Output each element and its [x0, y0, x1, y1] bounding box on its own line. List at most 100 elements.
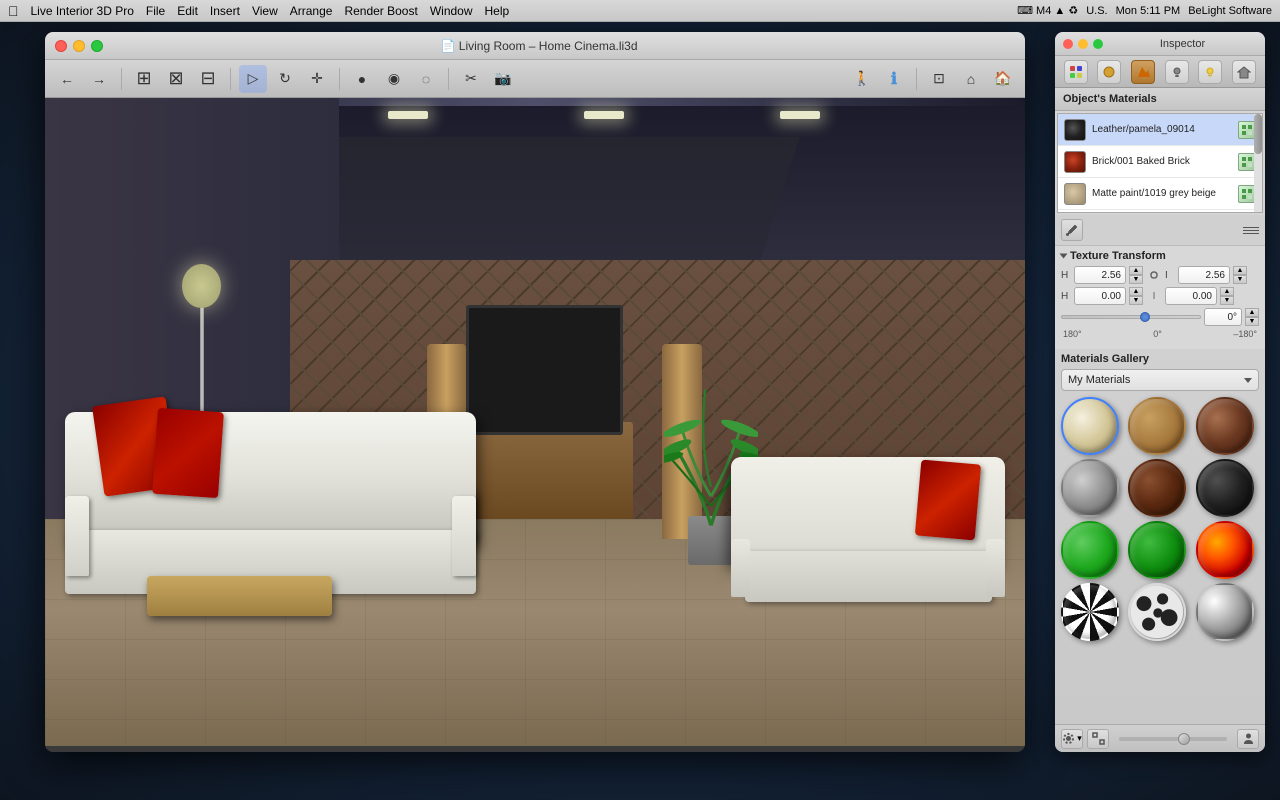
menu-app[interactable]: Live Interior 3D Pro — [31, 4, 134, 18]
offset-y-up[interactable]: ▲ — [1220, 287, 1234, 296]
gear-button[interactable]: ▾ — [1061, 729, 1083, 749]
scale-x-stepper[interactable]: ▲ ▼ — [1129, 266, 1143, 284]
scale-y-down[interactable]: ▼ — [1233, 275, 1247, 284]
material-ball-green2[interactable] — [1128, 521, 1186, 579]
rotate-tool[interactable]: ↻ — [271, 65, 299, 93]
window-minimize-button[interactable] — [73, 40, 85, 52]
material-ball-wood[interactable] — [1128, 397, 1186, 455]
offset-x-input[interactable]: 0.00 — [1074, 287, 1126, 305]
eyedropper-tool[interactable] — [1061, 219, 1083, 241]
apple-menu[interactable]:  — [8, 3, 19, 19]
viewport[interactable] — [45, 98, 1025, 746]
scale-y-input[interactable]: 2.56 — [1178, 266, 1230, 284]
inspector-close[interactable] — [1063, 39, 1073, 49]
toolbar-separator-1 — [121, 68, 122, 90]
tools-menu-button[interactable] — [1243, 222, 1259, 238]
move-tool[interactable]: ✛ — [303, 65, 331, 93]
material-name-0: Leather/pamela_09014 — [1092, 124, 1232, 135]
material-item-0[interactable]: Leather/pamela_09014 — [1058, 114, 1262, 146]
material-ball-black[interactable] — [1196, 459, 1254, 517]
menu-render[interactable]: Render Boost — [344, 4, 417, 18]
menu-insert[interactable]: Insert — [210, 4, 240, 18]
offset-y-down[interactable]: ▼ — [1220, 296, 1234, 305]
menu-arrange[interactable]: Arrange — [290, 4, 333, 18]
inspector-tab-house[interactable] — [1232, 60, 1256, 84]
path-tool[interactable]: ◌ — [412, 65, 440, 93]
angle-input[interactable]: 0° — [1204, 308, 1242, 326]
menu-file[interactable]: File — [146, 4, 165, 18]
scale-x-up[interactable]: ▲ — [1129, 266, 1143, 275]
material-ball-green[interactable] — [1061, 521, 1119, 579]
inspector-tab-texture[interactable] — [1131, 60, 1155, 84]
materials-scrollbar[interactable] — [1254, 114, 1262, 212]
person-button[interactable] — [1237, 729, 1259, 749]
material-ball-spots[interactable] — [1128, 583, 1186, 641]
nav-back-button[interactable]: ← — [53, 65, 81, 93]
link-icon[interactable] — [1146, 267, 1162, 283]
material-ball-zebra[interactable] — [1061, 583, 1119, 641]
angle-stepper[interactable]: ▲ ▼ — [1245, 308, 1259, 326]
inspector-tab-object[interactable] — [1097, 60, 1121, 84]
angle-label-min: 180° — [1063, 329, 1082, 339]
menu-view[interactable]: View — [252, 4, 278, 18]
scissors-tool[interactable]: ✂ — [457, 65, 485, 93]
offset-y-input[interactable]: 0.00 — [1165, 287, 1217, 305]
scale-y-stepper[interactable]: ▲ ▼ — [1233, 266, 1247, 284]
pillow-red-2 — [152, 408, 224, 499]
menu-edit[interactable]: Edit — [177, 4, 198, 18]
layout3-button[interactable]: 🏠 — [989, 65, 1017, 93]
collapse-triangle[interactable] — [1060, 254, 1068, 259]
window-titlebar: 📄 Living Room – Home Cinema.li3d — [45, 32, 1025, 60]
material-ball-darkwood[interactable] — [1196, 397, 1254, 455]
select-tool[interactable]: ▷ — [239, 65, 267, 93]
material-ball-metal[interactable] — [1061, 459, 1119, 517]
offset-y-stepper[interactable]: ▲ ▼ — [1220, 287, 1234, 305]
menu-window[interactable]: Window — [430, 4, 473, 18]
inspector-maximize[interactable] — [1093, 39, 1103, 49]
offset-x-up[interactable]: ▲ — [1129, 287, 1143, 296]
main-window: 📄 Living Room – Home Cinema.li3d ← → ⊞ ⊠… — [45, 32, 1025, 752]
sofa-arm-right — [452, 496, 477, 575]
circle-tool[interactable]: ◉ — [380, 65, 408, 93]
menu-help[interactable]: Help — [485, 4, 510, 18]
materials-scrollbar-thumb[interactable] — [1254, 114, 1262, 154]
walk-button[interactable]: 🚶 — [848, 65, 876, 93]
material-item-1[interactable]: Brick/001 Baked Brick — [1058, 146, 1262, 178]
material-item-2[interactable]: Matte paint/1019 grey beige — [1058, 178, 1262, 210]
angle-up[interactable]: ▲ — [1245, 308, 1259, 317]
layout1-button[interactable]: ⊡ — [925, 65, 953, 93]
inspector-tab-bulb[interactable] — [1198, 60, 1222, 84]
material-ball-cream[interactable] — [1061, 397, 1119, 455]
nav-forward-button[interactable]: → — [85, 65, 113, 93]
layout2-button[interactable]: ⌂ — [957, 65, 985, 93]
info-button[interactable]: ℹ — [880, 65, 908, 93]
inspector-tab-lighting[interactable] — [1165, 60, 1189, 84]
scale-x-down[interactable]: ▼ — [1129, 275, 1143, 284]
inspector-minimize[interactable] — [1078, 39, 1088, 49]
scale-x-row: H 2.56 ▲ ▼ I 2.56 ▲ ▼ — [1061, 266, 1259, 284]
angle-slider-thumb[interactable] — [1140, 312, 1150, 322]
view-2d-button[interactable]: ⊞ — [130, 65, 158, 93]
view-floor-button[interactable]: ⊠ — [162, 65, 190, 93]
window-close-button[interactable] — [55, 40, 67, 52]
material-name-1: Brick/001 Baked Brick — [1092, 156, 1232, 167]
material-ball-brown[interactable] — [1128, 459, 1186, 517]
scale-y-up[interactable]: ▲ — [1233, 266, 1247, 275]
fit-button[interactable] — [1087, 729, 1109, 749]
gallery-dropdown[interactable]: My Materials — [1061, 369, 1259, 391]
offset-x-stepper[interactable]: ▲ ▼ — [1129, 287, 1143, 305]
window-maximize-button[interactable] — [91, 40, 103, 52]
camera-tool[interactable]: 📷 — [489, 65, 517, 93]
scale-x-input[interactable]: 2.56 — [1074, 266, 1126, 284]
inspector-tab-materials[interactable] — [1064, 60, 1088, 84]
zoom-slider-thumb[interactable] — [1178, 733, 1190, 745]
zoom-slider[interactable] — [1119, 737, 1227, 741]
materials-list[interactable]: Leather/pamela_09014 Brick/001 Baked Bri… — [1057, 113, 1263, 213]
view-3d-button[interactable]: ⊟ — [194, 65, 222, 93]
angle-slider[interactable] — [1061, 310, 1201, 324]
offset-x-down[interactable]: ▼ — [1129, 296, 1143, 305]
angle-down[interactable]: ▼ — [1245, 317, 1259, 326]
material-ball-chrome[interactable] — [1196, 583, 1254, 641]
material-ball-fire[interactable] — [1196, 521, 1254, 579]
sphere-tool[interactable]: ● — [348, 65, 376, 93]
